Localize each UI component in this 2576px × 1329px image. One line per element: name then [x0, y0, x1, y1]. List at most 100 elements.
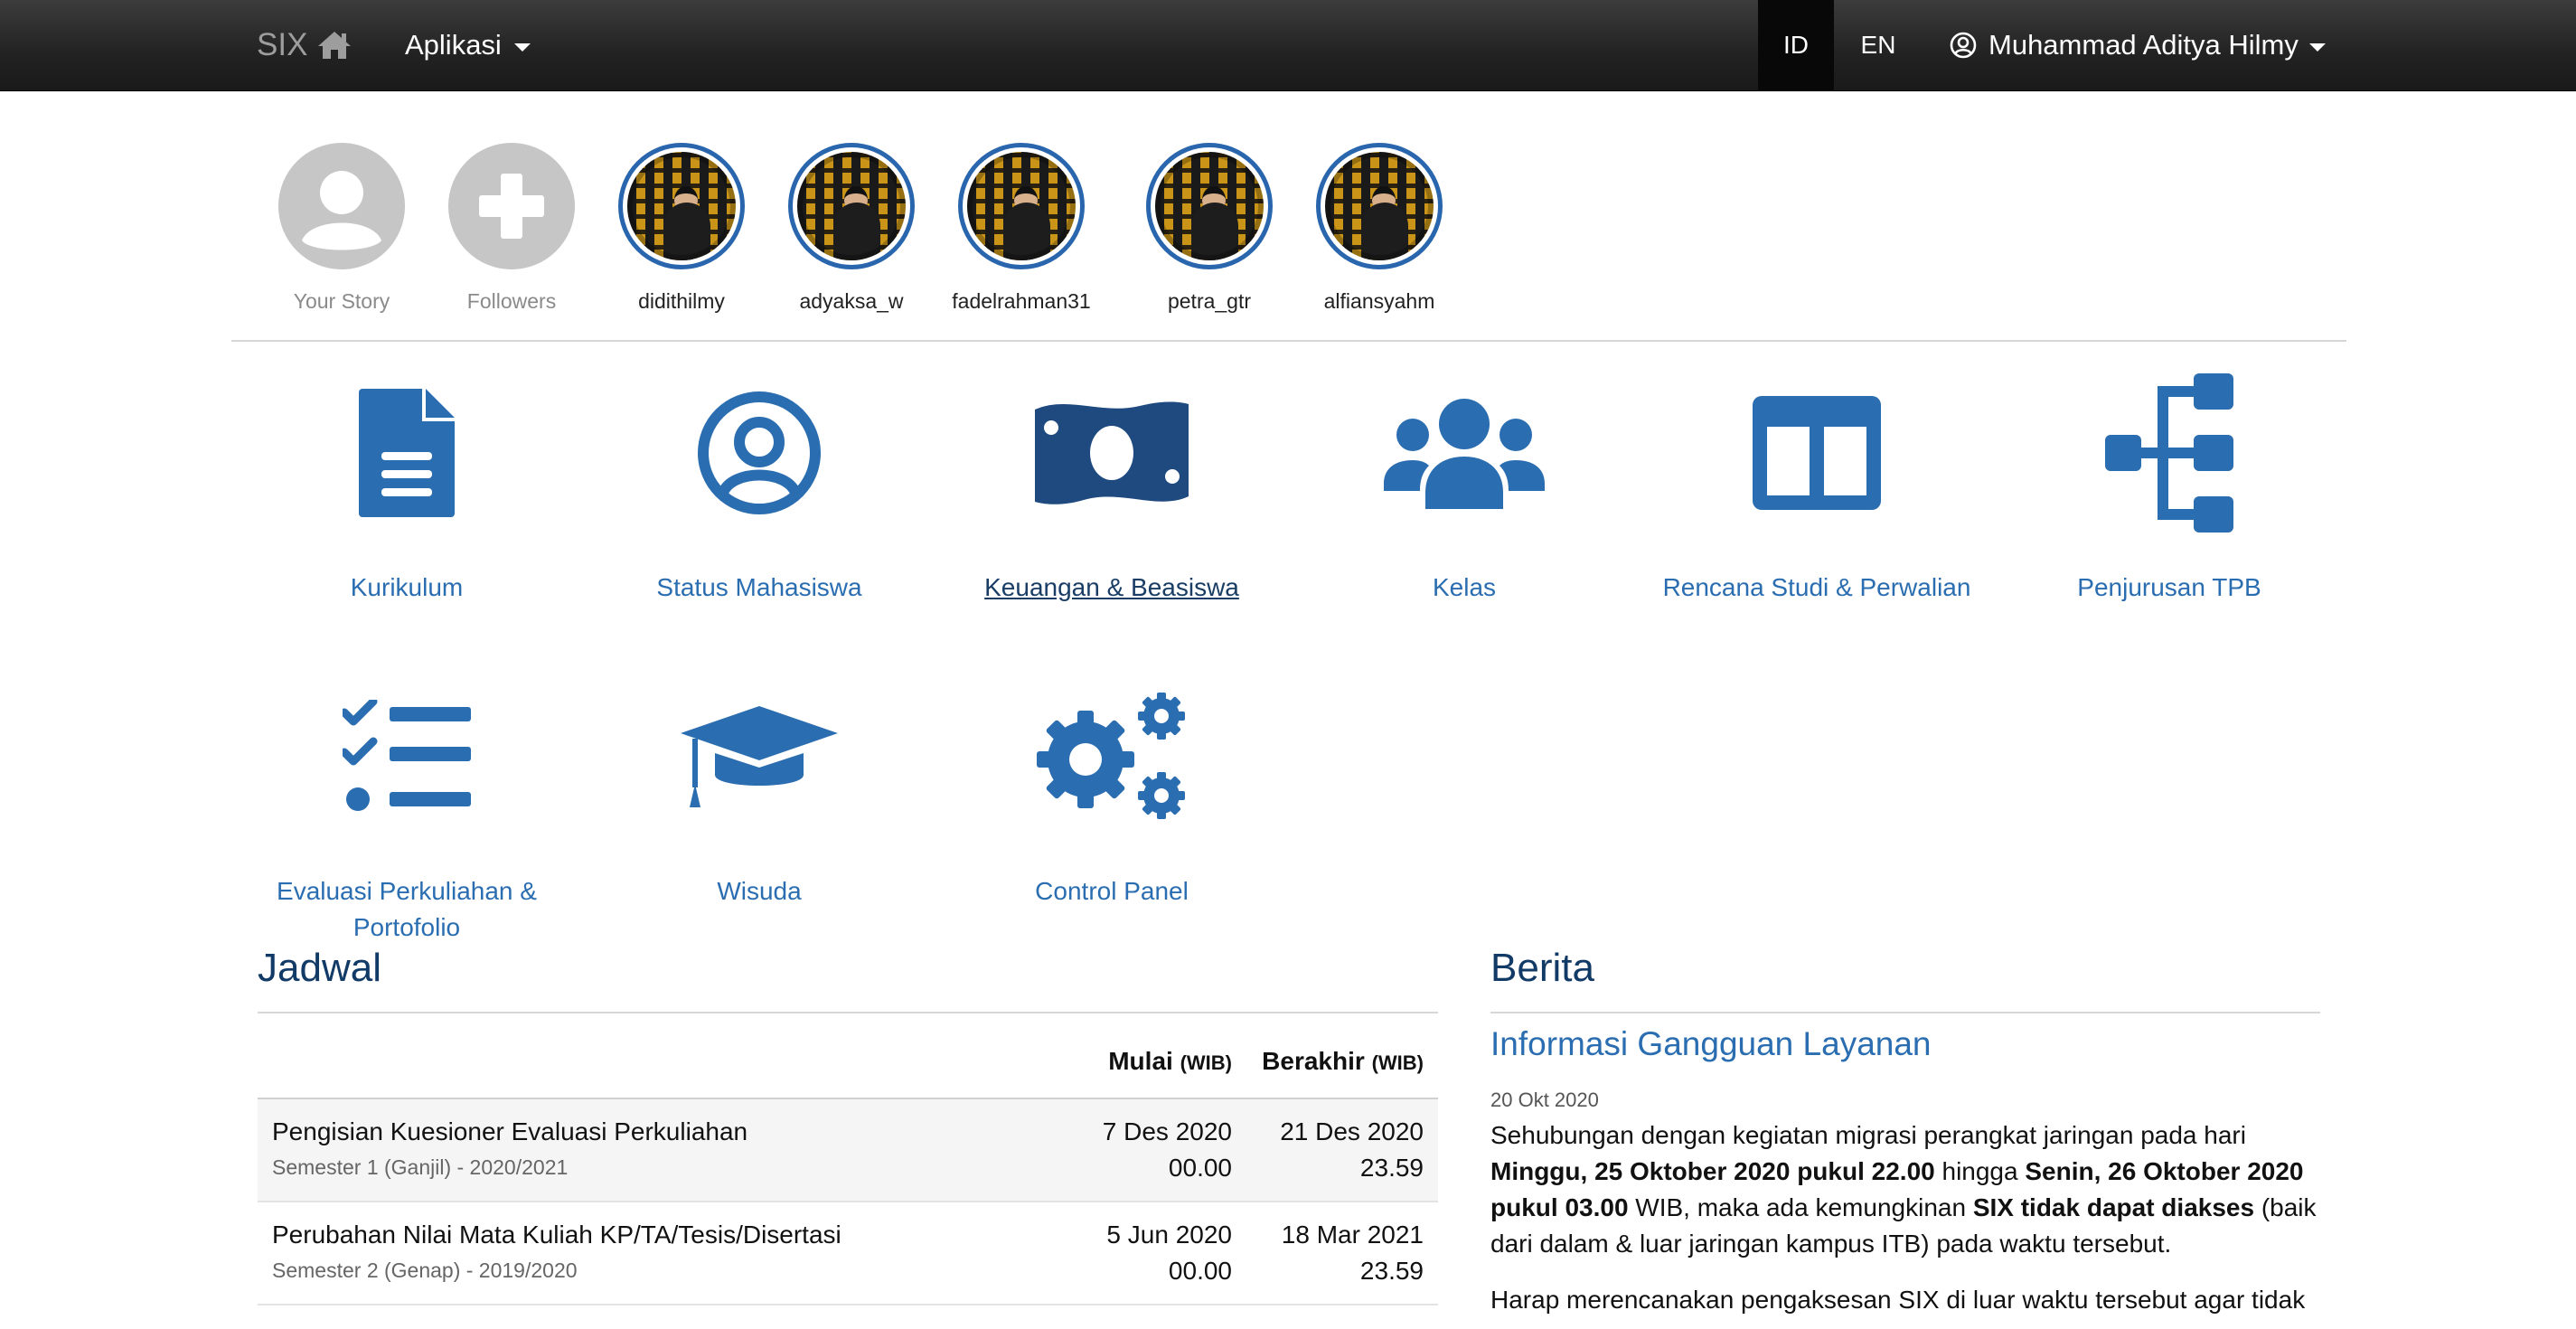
story-item[interactable]: alfiansyahm — [1289, 140, 1470, 314]
app-label: Keuangan & Beasiswa — [984, 573, 1239, 601]
column-header-mulai: Mulai (WIB) — [1108, 1047, 1232, 1076]
story-label: Your Story — [293, 289, 390, 313]
end-date: 18 Mar 2021 — [1281, 1221, 1424, 1249]
user-menu-dropdown[interactable]: Muhammad Aditya Hilmy — [1949, 0, 2326, 90]
column-header-label: Mulai — [1108, 1047, 1173, 1075]
story-avatar — [618, 143, 745, 269]
cogs-icon — [949, 671, 1274, 843]
divider — [1490, 1012, 2320, 1013]
app-label: Kelas — [1432, 573, 1497, 601]
story-label: fadelrahman31 — [952, 289, 1091, 313]
story-item[interactable]: adyaksa_w — [761, 140, 942, 314]
story-label: Followers — [466, 289, 557, 313]
app-rencana-studi-perwalian[interactable]: Rencana Studi & Perwalian — [1654, 367, 1979, 606]
news-paragraph: Harap merencanakan pengaksesan SIX di lu… — [1490, 1286, 2306, 1314]
app-label: Status Mahasiswa — [656, 573, 862, 601]
app-label: Evaluasi Perkuliahan & Portofolio — [277, 877, 537, 941]
berita-heading: Berita — [1490, 946, 1594, 990]
news-date: 20 Okt 2020 — [1490, 1089, 1599, 1111]
user-placeholder-icon — [278, 143, 405, 269]
start-time: 00.00 — [1168, 1257, 1232, 1285]
app-label: Rencana Studi & Perwalian — [1662, 573, 1971, 601]
news-text: hingga — [1934, 1157, 2026, 1185]
end-date: 21 Des 2020 — [1280, 1117, 1424, 1145]
schedule-semester: Semester 2 (Genap) - 2019/2020 — [272, 1258, 578, 1282]
apps-menu-label: Aplikasi — [405, 29, 502, 61]
user-circle-icon — [597, 367, 922, 539]
story-avatar — [788, 143, 915, 269]
story-item[interactable]: fadelrahman31 — [931, 140, 1112, 314]
top-navbar: SIX Aplikasi ID EN Muhammad Aditya Hilmy — [0, 0, 2576, 91]
table-row: Perubahan Nilai Mata Kuliah KP/TA/Tesis/… — [258, 1202, 1438, 1305]
caret-down-icon — [513, 42, 531, 52]
jadwal-table: Mulai (WIB) Berakhir (WIB) Pengisian Kue… — [258, 1031, 1438, 1305]
news-title-link[interactable]: Informasi Gangguan Layanan — [1490, 1025, 2320, 1063]
app-status-mahasiswa[interactable]: Status Mahasiswa — [597, 367, 922, 606]
app-control-panel[interactable]: Control Panel — [949, 671, 1274, 910]
app-label: Control Panel — [1035, 877, 1189, 905]
table-header: Mulai (WIB) Berakhir (WIB) — [258, 1031, 1438, 1099]
timezone-label: (WIB) — [1371, 1051, 1424, 1074]
jadwal-heading: Jadwal — [258, 946, 381, 990]
user-name: Muhammad Aditya Hilmy — [1988, 29, 2299, 61]
app-wisuda[interactable]: Wisuda — [597, 671, 922, 910]
story-item[interactable]: didithilmy — [591, 140, 772, 314]
end-time: 23.59 — [1359, 1154, 1424, 1182]
money-bill-icon — [949, 367, 1274, 539]
lang-en-button[interactable]: EN — [1840, 0, 1916, 90]
checklist-icon — [244, 671, 569, 843]
story-avatar — [1316, 143, 1443, 269]
story-avatar — [1146, 143, 1273, 269]
news-text-bold: Minggu, 25 Oktober 2020 pukul 22.00 — [1490, 1157, 1935, 1185]
schedule-start: 5 Jun 2020 00.00 — [1106, 1217, 1232, 1289]
timezone-label: (WIB) — [1180, 1051, 1232, 1074]
sitemap-icon — [2007, 367, 2332, 539]
divider — [231, 340, 2346, 342]
app-kelas[interactable]: Kelas — [1302, 367, 1627, 606]
start-time: 00.00 — [1168, 1154, 1232, 1182]
stories-bar: Your Story Followers didithilmy adyaksa_… — [271, 140, 1473, 314]
app-kurikulum[interactable]: Kurikulum — [244, 367, 569, 606]
lang-id-button[interactable]: ID — [1758, 0, 1834, 90]
story-followers[interactable]: Followers — [421, 140, 602, 314]
app-label: Penjurusan TPB — [2077, 573, 2261, 601]
plus-icon — [448, 143, 575, 269]
apps-menu-dropdown[interactable]: Aplikasi — [405, 0, 531, 90]
end-time: 23.59 — [1359, 1257, 1424, 1285]
start-date: 5 Jun 2020 — [1106, 1221, 1232, 1249]
story-label: didithilmy — [638, 289, 725, 313]
app-penjurusan-tpb[interactable]: Penjurusan TPB — [2007, 367, 2332, 606]
story-item[interactable]: petra_gtr — [1119, 140, 1300, 314]
app-label: Wisuda — [717, 877, 802, 905]
story-avatar — [958, 143, 1085, 269]
schedule-start: 7 Des 2020 00.00 — [1103, 1114, 1232, 1186]
file-document-icon — [244, 367, 569, 539]
story-label: alfiansyahm — [1323, 289, 1435, 313]
news-text: Sehubungan dengan kegiatan migrasi peran… — [1490, 1121, 2246, 1149]
schedule-end: 21 Des 2020 23.59 — [1280, 1114, 1424, 1186]
app-keuangan-beasiswa[interactable]: Keuangan & Beasiswa — [949, 367, 1274, 606]
graduation-cap-icon — [597, 671, 922, 843]
news-item: Informasi Gangguan Layanan 20 Okt 2020 S… — [1490, 1025, 2320, 1318]
app-evaluasi-perkuliahan-portofolio[interactable]: Evaluasi Perkuliahan & Portofolio — [244, 671, 569, 946]
brand-home-link[interactable]: SIX — [257, 0, 353, 90]
story-your-story[interactable]: Your Story — [251, 140, 432, 314]
column-header-berakhir: Berakhir (WIB) — [1262, 1047, 1424, 1076]
schedule-title: Pengisian Kuesioner Evaluasi Perkuliahan — [272, 1117, 748, 1145]
schedule-end: 18 Mar 2021 23.59 — [1282, 1217, 1424, 1289]
news-text-bold: SIX tidak dapat diakses — [1972, 1193, 2255, 1221]
table-row: Pengisian Kuesioner Evaluasi Perkuliahan… — [258, 1099, 1438, 1202]
home-icon — [318, 32, 352, 59]
schedule-semester: Semester 1 (Ganjil) - 2020/2021 — [272, 1155, 569, 1179]
app-label: Kurikulum — [350, 573, 464, 601]
start-date: 7 Des 2020 — [1102, 1117, 1232, 1145]
caret-down-icon — [2308, 42, 2326, 52]
story-label: petra_gtr — [1167, 289, 1252, 313]
columns-icon — [1654, 367, 1979, 539]
users-group-icon — [1302, 367, 1627, 539]
user-circle-icon — [1950, 32, 1977, 59]
schedule-title: Perubahan Nilai Mata Kuliah KP/TA/Tesis/… — [272, 1221, 841, 1249]
story-label: adyaksa_w — [799, 289, 904, 313]
news-paragraph: Sehubungan dengan kegiatan migrasi peran… — [1490, 1117, 2320, 1262]
divider — [258, 1012, 1438, 1013]
